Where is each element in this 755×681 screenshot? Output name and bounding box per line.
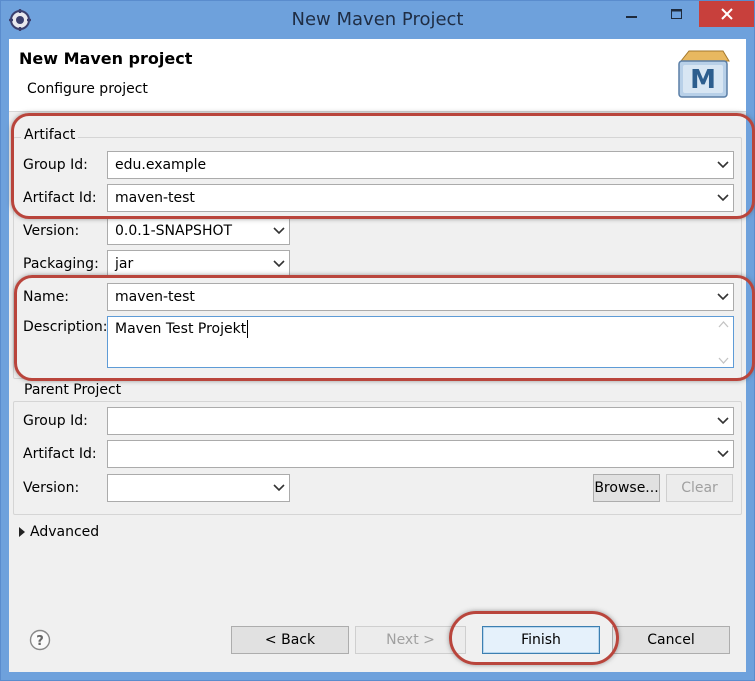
svg-text:?: ? xyxy=(36,634,44,649)
dialog-body: New Maven project Configure project M Ar… xyxy=(9,39,755,672)
parent-group-label: Parent Project xyxy=(21,382,125,398)
close-icon xyxy=(720,8,733,20)
version-combo[interactable]: 0.0.1-SNAPSHOT xyxy=(107,217,290,245)
cancel-button[interactable]: Cancel xyxy=(612,626,730,654)
artifact-id-combo[interactable]: maven-test xyxy=(107,184,734,212)
browse-button[interactable]: Browse... xyxy=(593,474,660,502)
minimize-button[interactable] xyxy=(609,1,655,27)
parent-version-combo[interactable] xyxy=(107,474,290,502)
version-label: Version: xyxy=(23,223,80,239)
scroll-up-icon[interactable] xyxy=(718,321,729,328)
chevron-down-icon[interactable] xyxy=(717,192,729,204)
chevron-down-icon[interactable] xyxy=(717,291,729,303)
packaging-combo[interactable]: jar xyxy=(107,250,290,278)
name-label: Name: xyxy=(23,289,70,305)
description-value: Maven Test Projekt xyxy=(115,321,247,337)
artifact-group-label: Artifact xyxy=(21,127,79,143)
page-title: New Maven project xyxy=(19,49,193,68)
packaging-value: jar xyxy=(115,256,134,272)
chevron-down-icon[interactable] xyxy=(717,159,729,171)
description-textarea[interactable]: Maven Test Projekt xyxy=(107,316,734,368)
artifact-id-value: maven-test xyxy=(115,190,195,206)
back-button[interactable]: < Back xyxy=(231,626,349,654)
help-icon[interactable]: ? xyxy=(29,629,51,651)
version-value: 0.0.1-SNAPSHOT xyxy=(115,223,233,239)
chevron-down-icon[interactable] xyxy=(273,225,285,237)
clear-button[interactable]: Clear xyxy=(666,474,733,502)
parent-version-label: Version: xyxy=(23,480,80,496)
finish-button[interactable]: Finish xyxy=(482,626,600,654)
text-caret xyxy=(247,320,248,338)
parent-group-id-label: Group Id: xyxy=(23,413,88,429)
parent-artifact-id-combo[interactable] xyxy=(107,440,734,468)
name-value: maven-test xyxy=(115,289,195,305)
packaging-label: Packaging: xyxy=(23,256,99,272)
artifact-id-label: Artifact Id: xyxy=(23,190,97,206)
dialog-window: New Maven Project New Maven project Conf… xyxy=(0,0,755,681)
description-label: Description: xyxy=(23,319,108,335)
chevron-down-icon[interactable] xyxy=(273,258,285,270)
chevron-down-icon[interactable] xyxy=(717,415,729,427)
maven-logo-letter: M xyxy=(690,65,716,95)
chevron-down-icon[interactable] xyxy=(717,448,729,460)
maximize-button[interactable] xyxy=(655,1,699,27)
advanced-toggle[interactable]: Advanced xyxy=(30,522,99,542)
next-button[interactable]: Next > xyxy=(355,626,466,654)
group-id-combo[interactable]: edu.example xyxy=(107,151,734,179)
maximize-icon xyxy=(671,8,682,19)
wizard-header: New Maven project Configure project M xyxy=(9,39,746,112)
parent-group-id-combo[interactable] xyxy=(107,407,734,435)
maven-logo-icon: M xyxy=(678,50,730,98)
textarea-scrollbar[interactable] xyxy=(715,318,732,368)
group-id-value: edu.example xyxy=(115,157,207,173)
scroll-down-icon[interactable] xyxy=(718,357,729,364)
page-subtitle: Configure project xyxy=(27,81,148,97)
title-bar[interactable]: New Maven Project xyxy=(1,1,754,39)
expand-arrow-icon[interactable] xyxy=(19,527,25,537)
name-combo[interactable]: maven-test xyxy=(107,283,734,311)
close-button[interactable] xyxy=(699,1,754,27)
group-id-label: Group Id: xyxy=(23,157,88,173)
parent-artifact-id-label: Artifact Id: xyxy=(23,446,97,462)
minimize-icon xyxy=(626,16,637,18)
chevron-down-icon[interactable] xyxy=(273,482,285,494)
